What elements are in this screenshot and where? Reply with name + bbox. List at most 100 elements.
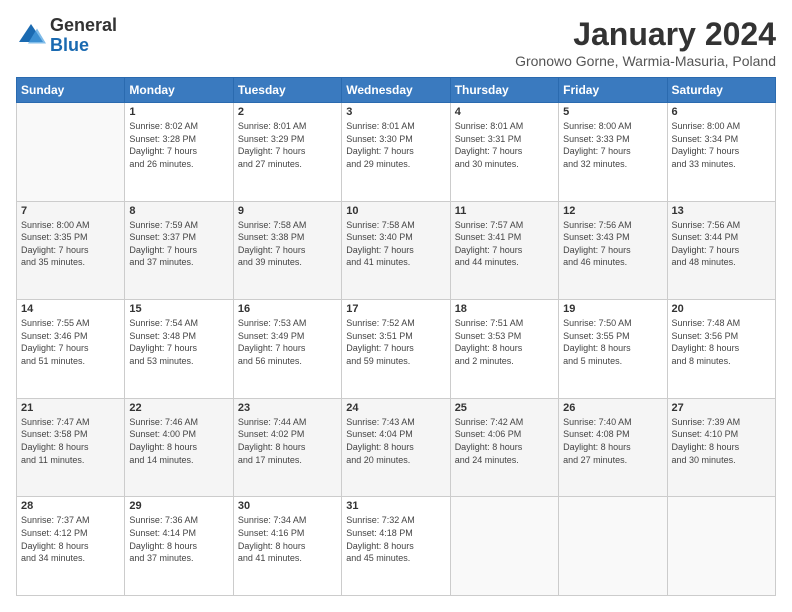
day-number: 13 xyxy=(672,205,771,217)
table-row: 12Sunrise: 7:56 AM Sunset: 3:43 PM Dayli… xyxy=(559,201,667,300)
day-number: 6 xyxy=(672,106,771,118)
day-info: Sunrise: 7:52 AM Sunset: 3:51 PM Dayligh… xyxy=(346,317,445,367)
day-info: Sunrise: 7:40 AM Sunset: 4:08 PM Dayligh… xyxy=(563,416,662,466)
day-info: Sunrise: 7:54 AM Sunset: 3:48 PM Dayligh… xyxy=(129,317,228,367)
table-row xyxy=(450,497,558,596)
day-info: Sunrise: 8:01 AM Sunset: 3:30 PM Dayligh… xyxy=(346,120,445,170)
day-info: Sunrise: 7:32 AM Sunset: 4:18 PM Dayligh… xyxy=(346,514,445,564)
weekday-header-row: Sunday Monday Tuesday Wednesday Thursday… xyxy=(17,78,776,103)
table-row: 10 Sunrise: 7:58 AM Sunset: 3:40 PM Dayli… xyxy=(342,201,450,300)
day-number: 27 xyxy=(672,402,771,414)
logo-blue: Blue xyxy=(50,36,117,56)
day-number: 24 xyxy=(346,402,445,414)
calendar: Sunday Monday Tuesday Wednesday Thursday… xyxy=(16,77,776,596)
day-info: Sunrise: 7:48 AM Sunset: 3:56 PM Dayligh… xyxy=(672,317,771,367)
day-info: Sunrise: 7:37 AM Sunset: 4:12 PM Dayligh… xyxy=(21,514,120,564)
table-row: 24 Sunrise: 7:43 AM Sunset: 4:04 PM Dayli… xyxy=(342,398,450,497)
day-info: Sunrise: 8:00 AM Sunset: 3:34 PM Dayligh… xyxy=(672,120,771,170)
day-number: 1 xyxy=(129,106,228,118)
logo: General Blue xyxy=(16,16,117,56)
header-saturday: Saturday xyxy=(667,78,775,103)
table-row: 18 Sunrise: 7:51 AM Sunset: 3:53 PM Dayli… xyxy=(450,300,558,399)
day-info: Sunrise: 7:51 AM Sunset: 3:53 PM Dayligh… xyxy=(455,317,554,367)
day-number: 2 xyxy=(238,106,337,118)
table-row xyxy=(667,497,775,596)
day-info: Sunrise: 7:53 AM Sunset: 3:49 PM Dayligh… xyxy=(238,317,337,367)
day-info: Sunrise: 7:36 AM Sunset: 4:14 PM Dayligh… xyxy=(129,514,228,564)
table-row: 23 Sunrise: 7:44 AM Sunset: 4:02 PM Dayli… xyxy=(233,398,341,497)
day-info: Sunrise: 7:55 AM Sunset: 3:46 PM Dayligh… xyxy=(21,317,120,367)
table-row: 13 Sunrise: 7:56 AM Sunset: 3:44 PM Dayli… xyxy=(667,201,775,300)
table-row: 9 Sunrise: 7:58 AM Sunset: 3:38 PM Daylig… xyxy=(233,201,341,300)
table-row: 6 Sunrise: 8:00 AM Sunset: 3:34 PM Daylig… xyxy=(667,103,775,202)
day-info: Sunrise: 7:44 AM Sunset: 4:02 PM Dayligh… xyxy=(238,416,337,466)
day-number: 21 xyxy=(21,402,120,414)
calendar-week-row: 7 Sunrise: 8:00 AM Sunset: 3:35 PM Daylig… xyxy=(17,201,776,300)
calendar-week-row: 1 Sunrise: 8:02 AM Sunset: 3:28 PM Daylig… xyxy=(17,103,776,202)
day-info: Sunrise: 7:42 AM Sunset: 4:06 PM Dayligh… xyxy=(455,416,554,466)
day-info: Sunrise: 8:01 AM Sunset: 3:29 PM Dayligh… xyxy=(238,120,337,170)
day-info: Sunrise: 8:01 AM Sunset: 3:31 PM Dayligh… xyxy=(455,120,554,170)
header-wednesday: Wednesday xyxy=(342,78,450,103)
table-row xyxy=(17,103,125,202)
day-info: Sunrise: 7:56 AM Sunset: 3:44 PM Dayligh… xyxy=(672,219,771,269)
day-info: Sunrise: 7:57 AM Sunset: 3:41 PM Dayligh… xyxy=(455,219,554,269)
day-number: 19 xyxy=(563,303,662,315)
table-row: 4Sunrise: 8:01 AM Sunset: 3:31 PM Daylig… xyxy=(450,103,558,202)
table-row: 15 Sunrise: 7:54 AM Sunset: 3:48 PM Dayli… xyxy=(125,300,233,399)
logo-icon xyxy=(16,21,46,51)
table-row: 27 Sunrise: 7:39 AM Sunset: 4:10 PM Dayli… xyxy=(667,398,775,497)
day-number: 14 xyxy=(21,303,120,315)
table-row: 17 Sunrise: 7:52 AM Sunset: 3:51 PM Dayli… xyxy=(342,300,450,399)
header-tuesday: Tuesday xyxy=(233,78,341,103)
table-row: 19Sunrise: 7:50 AM Sunset: 3:55 PM Dayli… xyxy=(559,300,667,399)
day-number: 8 xyxy=(129,205,228,217)
table-row: 11 Sunrise: 7:57 AM Sunset: 3:41 PM Dayli… xyxy=(450,201,558,300)
day-info: Sunrise: 7:34 AM Sunset: 4:16 PM Dayligh… xyxy=(238,514,337,564)
calendar-week-row: 21 Sunrise: 7:47 AM Sunset: 3:58 PM Dayli… xyxy=(17,398,776,497)
table-row: 16Sunrise: 7:53 AM Sunset: 3:49 PM Dayli… xyxy=(233,300,341,399)
table-row: 30Sunrise: 7:34 AM Sunset: 4:16 PM Dayli… xyxy=(233,497,341,596)
day-number: 15 xyxy=(129,303,228,315)
page-subtitle: Gronowo Gorne, Warmia-Masuria, Poland xyxy=(515,53,776,69)
day-number: 5 xyxy=(563,106,662,118)
table-row: 22Sunrise: 7:46 AM Sunset: 4:00 PM Dayli… xyxy=(125,398,233,497)
header-friday: Friday xyxy=(559,78,667,103)
table-row: 21 Sunrise: 7:47 AM Sunset: 3:58 PM Dayli… xyxy=(17,398,125,497)
day-info: Sunrise: 7:43 AM Sunset: 4:04 PM Dayligh… xyxy=(346,416,445,466)
day-number: 10 xyxy=(346,205,445,217)
day-number: 12 xyxy=(563,205,662,217)
table-row: 1 Sunrise: 8:02 AM Sunset: 3:28 PM Daylig… xyxy=(125,103,233,202)
table-row: 3 Sunrise: 8:01 AM Sunset: 3:30 PM Daylig… xyxy=(342,103,450,202)
day-number: 26 xyxy=(563,402,662,414)
day-number: 23 xyxy=(238,402,337,414)
day-info: Sunrise: 7:46 AM Sunset: 4:00 PM Dayligh… xyxy=(129,416,228,466)
day-info: Sunrise: 7:58 AM Sunset: 3:38 PM Dayligh… xyxy=(238,219,337,269)
day-info: Sunrise: 8:00 AM Sunset: 3:33 PM Dayligh… xyxy=(563,120,662,170)
header-monday: Monday xyxy=(125,78,233,103)
table-row: 29 Sunrise: 7:36 AM Sunset: 4:14 PM Dayli… xyxy=(125,497,233,596)
header-thursday: Thursday xyxy=(450,78,558,103)
table-row: 20Sunrise: 7:48 AM Sunset: 3:56 PM Dayli… xyxy=(667,300,775,399)
day-number: 11 xyxy=(455,205,554,217)
day-number: 29 xyxy=(129,500,228,512)
calendar-week-row: 14 Sunrise: 7:55 AM Sunset: 3:46 PM Dayli… xyxy=(17,300,776,399)
day-number: 7 xyxy=(21,205,120,217)
day-number: 18 xyxy=(455,303,554,315)
day-number: 31 xyxy=(346,500,445,512)
day-info: Sunrise: 7:47 AM Sunset: 3:58 PM Dayligh… xyxy=(21,416,120,466)
day-info: Sunrise: 8:00 AM Sunset: 3:35 PM Dayligh… xyxy=(21,219,120,269)
day-number: 17 xyxy=(346,303,445,315)
day-number: 3 xyxy=(346,106,445,118)
table-row xyxy=(559,497,667,596)
calendar-week-row: 28Sunrise: 7:37 AM Sunset: 4:12 PM Dayli… xyxy=(17,497,776,596)
table-row: 28Sunrise: 7:37 AM Sunset: 4:12 PM Dayli… xyxy=(17,497,125,596)
table-row: 26 Sunrise: 7:40 AM Sunset: 4:08 PM Dayli… xyxy=(559,398,667,497)
day-info: Sunrise: 7:58 AM Sunset: 3:40 PM Dayligh… xyxy=(346,219,445,269)
day-info: Sunrise: 8:02 AM Sunset: 3:28 PM Dayligh… xyxy=(129,120,228,170)
day-number: 9 xyxy=(238,205,337,217)
day-number: 25 xyxy=(455,402,554,414)
title-block: January 2024 Gronowo Gorne, Warmia-Masur… xyxy=(515,16,776,69)
table-row: 7 Sunrise: 8:00 AM Sunset: 3:35 PM Daylig… xyxy=(17,201,125,300)
day-info: Sunrise: 7:39 AM Sunset: 4:10 PM Dayligh… xyxy=(672,416,771,466)
